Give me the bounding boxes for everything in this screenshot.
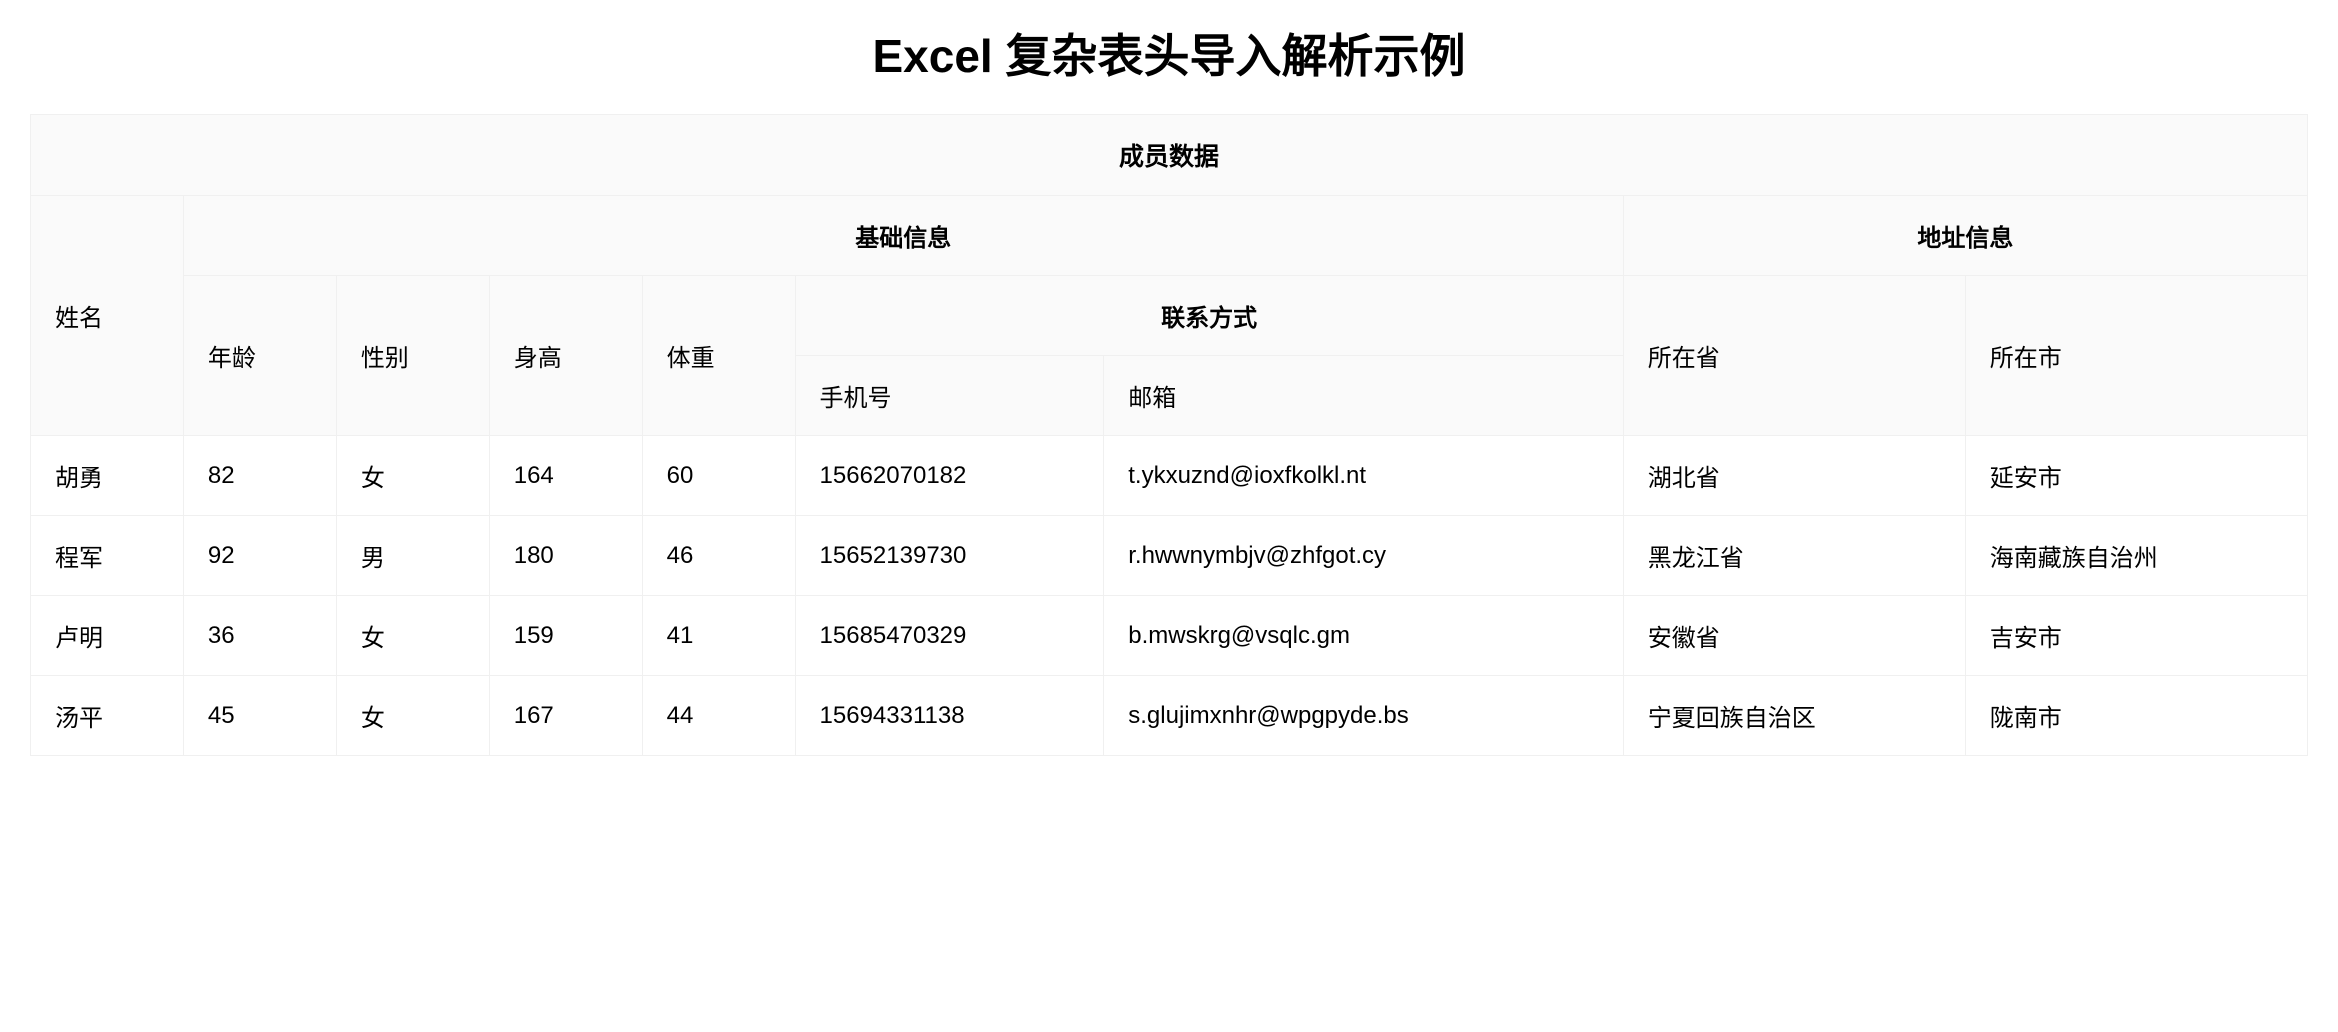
cell-name: 卢明 [31,596,184,676]
cell-email: s.glujimxnhr@wpgpyde.bs [1104,676,1623,756]
cell-gender: 女 [336,436,489,516]
group-header-contact: 联系方式 [795,276,1623,356]
cell-weight: 44 [642,676,795,756]
group-header-address: 地址信息 [1623,196,2307,276]
cell-age: 45 [183,676,336,756]
cell-city: 海南藏族自治州 [1965,516,2307,596]
cell-email: b.mwskrg@vsqlc.gm [1104,596,1623,676]
col-header-city: 所在市 [1965,276,2307,436]
cell-gender: 男 [336,516,489,596]
cell-age: 36 [183,596,336,676]
page-title: Excel 复杂表头导入解析示例 [30,20,2308,86]
cell-weight: 46 [642,516,795,596]
col-header-height: 身高 [489,276,642,436]
cell-province: 宁夏回族自治区 [1623,676,1965,756]
col-header-name: 姓名 [31,196,184,436]
cell-province: 黑龙江省 [1623,516,1965,596]
cell-phone: 15662070182 [795,436,1104,516]
cell-gender: 女 [336,676,489,756]
col-header-age: 年龄 [183,276,336,436]
data-table: 成员数据 姓名 基础信息 地址信息 年龄 性别 身高 体重 联系方式 所在省 所… [30,114,2308,756]
table-row: 卢明 36 女 159 41 15685470329 b.mwskrg@vsql… [31,596,2308,676]
cell-city: 陇南市 [1965,676,2307,756]
cell-name: 程军 [31,516,184,596]
cell-city: 延安市 [1965,436,2307,516]
col-header-email: 邮箱 [1104,356,1623,436]
cell-email: t.ykxuznd@ioxfkolkl.nt [1104,436,1623,516]
col-header-phone: 手机号 [795,356,1104,436]
cell-gender: 女 [336,596,489,676]
col-header-gender: 性别 [336,276,489,436]
col-header-weight: 体重 [642,276,795,436]
table-super-header: 成员数据 [31,115,2308,196]
cell-weight: 60 [642,436,795,516]
cell-height: 167 [489,676,642,756]
table-row: 汤平 45 女 167 44 15694331138 s.glujimxnhr@… [31,676,2308,756]
table-row: 程军 92 男 180 46 15652139730 r.hwwnymbjv@z… [31,516,2308,596]
cell-height: 180 [489,516,642,596]
cell-province: 安徽省 [1623,596,1965,676]
cell-province: 湖北省 [1623,436,1965,516]
cell-city: 吉安市 [1965,596,2307,676]
table-row: 胡勇 82 女 164 60 15662070182 t.ykxuznd@iox… [31,436,2308,516]
cell-name: 胡勇 [31,436,184,516]
cell-phone: 15694331138 [795,676,1104,756]
cell-phone: 15652139730 [795,516,1104,596]
cell-weight: 41 [642,596,795,676]
col-header-province: 所在省 [1623,276,1965,436]
cell-height: 159 [489,596,642,676]
cell-email: r.hwwnymbjv@zhfgot.cy [1104,516,1623,596]
cell-height: 164 [489,436,642,516]
cell-age: 82 [183,436,336,516]
group-header-basic: 基础信息 [183,196,1623,276]
cell-phone: 15685470329 [795,596,1104,676]
cell-age: 92 [183,516,336,596]
cell-name: 汤平 [31,676,184,756]
